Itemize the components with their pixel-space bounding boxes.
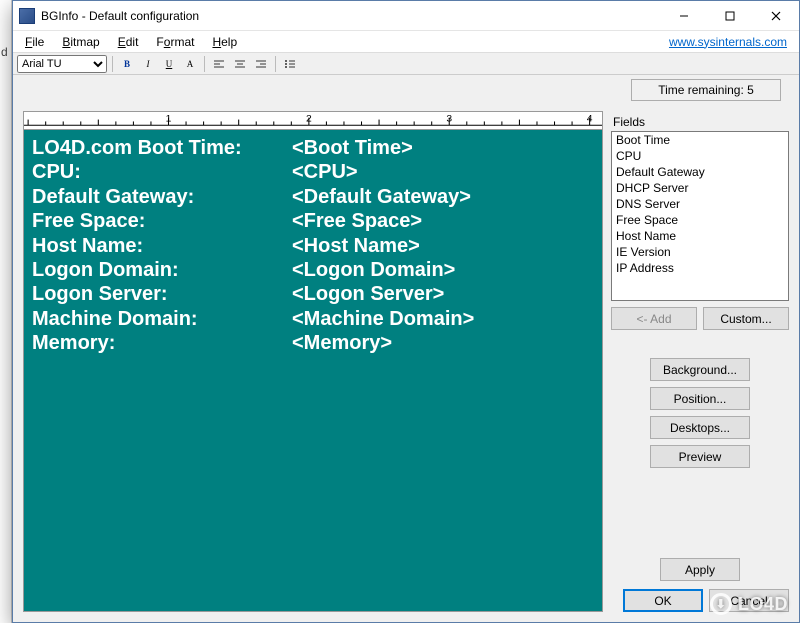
menu-edit[interactable]: Edit <box>110 33 147 51</box>
fields-list-item[interactable]: IP Address <box>612 260 788 276</box>
editor-row[interactable]: Logon Domain:<Logon Domain> <box>32 258 594 282</box>
field-value: <Free Space> <box>292 209 422 233</box>
fields-list-item[interactable]: CPU <box>612 148 788 164</box>
watermark-text: LO4D <box>738 594 788 615</box>
field-value: <Boot Time> <box>292 136 413 160</box>
ok-button[interactable]: OK <box>623 589 703 612</box>
editor-row[interactable]: CPU:<CPU> <box>32 160 594 184</box>
field-label: Memory: <box>32 331 292 355</box>
field-label: Logon Domain: <box>32 258 292 282</box>
fields-list-item[interactable]: Host Name <box>612 228 788 244</box>
watermark: ⬇ LO4D <box>710 593 788 615</box>
menu-help[interactable]: Help <box>204 33 245 51</box>
app-icon <box>19 8 35 24</box>
field-label: Machine Domain: <box>32 307 292 331</box>
watermark-icon: ⬇ <box>710 593 732 615</box>
close-button[interactable] <box>753 1 799 31</box>
color-button[interactable]: A <box>181 55 199 73</box>
desktops-button[interactable]: Desktops... <box>650 416 750 439</box>
editor-row[interactable]: Memory:<Memory> <box>32 331 594 355</box>
minimize-button[interactable] <box>661 1 707 31</box>
fields-list-item[interactable]: IE Version <box>612 244 788 260</box>
editor-row[interactable]: Free Space:<Free Space> <box>32 209 594 233</box>
fields-label: Fields <box>611 115 789 129</box>
menu-bitmap[interactable]: Bitmap <box>54 33 107 51</box>
menu-file[interactable]: File <box>17 33 52 51</box>
field-value: <CPU> <box>292 160 358 184</box>
toolbar-divider <box>275 56 276 72</box>
fields-list-item[interactable]: Free Space <box>612 212 788 228</box>
font-select[interactable]: Arial TU <box>17 55 107 73</box>
title-bar[interactable]: BGInfo - Default configuration <box>13 1 799 31</box>
preview-button[interactable]: Preview <box>650 445 750 468</box>
underline-button[interactable]: U <box>160 55 178 73</box>
menu-format[interactable]: Format <box>148 33 202 51</box>
align-left-button[interactable] <box>210 55 228 73</box>
time-remaining-label: Time remaining: 5 <box>658 83 754 97</box>
bullets-button[interactable] <box>281 55 299 73</box>
editor-row[interactable]: LO4D.com Boot Time:<Boot Time> <box>32 136 594 160</box>
field-label: Free Space: <box>32 209 292 233</box>
field-value: <Logon Domain> <box>292 258 455 282</box>
editor-row[interactable]: Host Name:<Host Name> <box>32 234 594 258</box>
sysinternals-link[interactable]: www.sysinternals.com <box>669 35 795 49</box>
position-button[interactable]: Position... <box>650 387 750 410</box>
field-label: LO4D.com Boot Time: <box>32 136 292 160</box>
align-right-button[interactable] <box>252 55 270 73</box>
background-button[interactable]: Background... <box>650 358 750 381</box>
add-button[interactable]: <- Add <box>611 307 697 330</box>
fields-listbox[interactable]: Boot TimeCPUDefault GatewayDHCP ServerDN… <box>611 131 789 301</box>
fields-list-item[interactable]: DNS Server <box>612 196 788 212</box>
editor-area[interactable]: LO4D.com Boot Time:<Boot Time>CPU:<CPU>D… <box>23 129 603 612</box>
editor-row[interactable]: Default Gateway:<Default Gateway> <box>32 185 594 209</box>
field-value: <Memory> <box>292 331 392 355</box>
fields-list-item[interactable]: Default Gateway <box>612 164 788 180</box>
field-value: <Default Gateway> <box>292 185 471 209</box>
bold-button[interactable]: B <box>118 55 136 73</box>
menu-bar: File Bitmap Edit Format Help www.sysinte… <box>13 31 799 53</box>
apply-button[interactable]: Apply <box>660 558 740 581</box>
ruler[interactable]: 1234 <box>23 111 603 129</box>
toolbar-divider <box>204 56 205 72</box>
field-label: Logon Server: <box>32 282 292 306</box>
field-label: Default Gateway: <box>32 185 292 209</box>
time-remaining-button[interactable]: Time remaining: 5 <box>631 79 781 101</box>
fields-list-item[interactable]: DHCP Server <box>612 180 788 196</box>
toolbar-divider <box>112 56 113 72</box>
maximize-button[interactable] <box>707 1 753 31</box>
editor-row[interactable]: Machine Domain:<Machine Domain> <box>32 307 594 331</box>
italic-button[interactable]: I <box>139 55 157 73</box>
align-center-button[interactable] <box>231 55 249 73</box>
custom-button[interactable]: Custom... <box>703 307 789 330</box>
editor-row[interactable]: Logon Server:<Logon Server> <box>32 282 594 306</box>
field-label: CPU: <box>32 160 292 184</box>
app-window: BGInfo - Default configuration File Bitm… <box>12 0 800 623</box>
field-value: <Host Name> <box>292 234 420 258</box>
field-label: Host Name: <box>32 234 292 258</box>
field-value: <Logon Server> <box>292 282 444 306</box>
fields-list-item[interactable]: Boot Time <box>612 132 788 148</box>
format-toolbar: Arial TU B I U A <box>13 53 799 75</box>
field-value: <Machine Domain> <box>292 307 474 331</box>
background-fragment: d <box>1 45 8 59</box>
window-title: BGInfo - Default configuration <box>41 9 199 23</box>
